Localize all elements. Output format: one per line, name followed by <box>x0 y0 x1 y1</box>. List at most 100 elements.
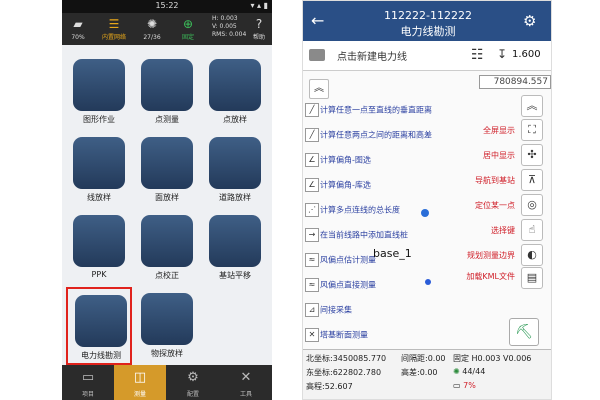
collect-icon: ⊿ <box>305 303 319 317</box>
nav-label: 测量 <box>133 391 146 398</box>
gear-icon: ⚙ <box>187 370 199 385</box>
menu-add-straight-pile[interactable]: → 在当前线路中添加直线桩 <box>305 228 408 244</box>
water-drop-flag-icon <box>141 293 193 345</box>
polyline-icon: ⋰ <box>305 203 319 217</box>
app-line-stakeout[interactable]: 线放样 <box>66 131 132 209</box>
menu-perpendicular-distance[interactable]: ╱ 计算任意一点至直线的垂直距离 <box>305 103 432 119</box>
select-button[interactable]: ☝ <box>521 219 543 241</box>
menu-tower-section-survey[interactable]: ✕ 塔基断面测量 <box>305 328 368 344</box>
left-phone-screen: 15:22 ▾ ▴ ▮ ▰ 70% ☰ 内置网络 ✺ 27/36 ⊕ 固定 ? … <box>62 0 272 400</box>
area-flag-icon <box>141 137 193 189</box>
menu-label: 间接采集 <box>320 305 352 315</box>
menu-indirect-collect[interactable]: ⊿ 间接采集 <box>305 303 352 319</box>
navigate-base-button[interactable]: ⊼ <box>521 169 543 191</box>
plan-boundary-button[interactable]: ◐ <box>521 244 543 266</box>
app-point-survey[interactable]: 点测量 <box>134 53 200 131</box>
wind-icon: ≈ <box>305 278 319 292</box>
nav-label: 工具 <box>239 391 252 398</box>
menu-two-point-distance[interactable]: ╱ 计算任意两点之间的距离和高差 <box>305 128 432 144</box>
label-select-key: 选择键 <box>491 226 515 235</box>
help-icon: ? <box>255 17 263 31</box>
satellite-status[interactable]: ✺ 27/36 <box>134 13 170 45</box>
menu-angle-by-map[interactable]: ∠ 计算偏角-图选 <box>305 153 371 169</box>
app-point-calibration[interactable]: 点校正 <box>134 209 200 287</box>
menu-label: 计算偏角-库选 <box>320 180 371 190</box>
battery-icon: ▭ <box>453 381 461 390</box>
tripod-icon <box>209 215 261 267</box>
menu-label: 计算偏角-图选 <box>320 155 371 165</box>
menu-total-length[interactable]: ⋰ 计算多点连线的总长度 <box>305 203 400 219</box>
help-label: 帮助 <box>252 34 265 41</box>
list-icon[interactable]: ☷ <box>471 47 484 63</box>
app-graphic-job[interactable]: 图形作业 <box>66 53 132 131</box>
app-label: 点测量 <box>155 115 179 124</box>
label-locate-point: 定位某一点 <box>475 201 515 210</box>
load-kml-button[interactable]: ▤ <box>521 267 543 289</box>
collapse-menu-button[interactable]: ︽ <box>309 79 329 99</box>
app-power-line-survey[interactable]: 电力线勘测 <box>66 287 132 365</box>
solution-status[interactable]: ⊕ 固定 <box>170 13 206 45</box>
battery-status: ▭ 7% <box>453 381 476 390</box>
app-grid: 图形作业 点测量 点放样 线放样 面放样 道路放样 PPK 点校正 基站平移 电… <box>62 45 272 365</box>
network-status[interactable]: ☰ 内置网络 <box>94 13 134 45</box>
label-load-kml: 加载KML文件 <box>466 272 515 281</box>
pole-icon[interactable]: ↧ <box>497 47 507 61</box>
label-navigate-base: 导航到基站 <box>475 176 515 185</box>
menu-wind-deflection-estimate[interactable]: ≈ 风偏点估计测量 <box>305 253 376 269</box>
folder-icon[interactable] <box>309 49 325 61</box>
battery-percent: 7% <box>463 381 476 390</box>
map-canvas[interactable]: 780894.557 ︽ ╱ 计算任意一点至直线的垂直距离 ╱ 计算任意两点之间的距… <box>303 71 551 349</box>
back-arrow-icon[interactable]: ← <box>311 11 324 30</box>
page-title: 电力线勘测 <box>400 25 456 38</box>
nav-project[interactable]: ▭ 项目 <box>62 365 114 400</box>
locate-point-button[interactable]: ◎ <box>521 194 543 216</box>
gear-icon[interactable]: ⚙ <box>523 12 536 30</box>
new-power-line-button[interactable]: 点击新建电力线 <box>337 48 407 63</box>
app-geophysical-stakeout[interactable]: 物探放样 <box>134 287 200 365</box>
line-icon: ╱ <box>305 128 319 142</box>
app-label: 点校正 <box>155 271 179 280</box>
app-road-stakeout[interactable]: 道路放样 <box>202 131 268 209</box>
coordinate-readout: 780894.557 <box>479 75 551 89</box>
line-icon: ╱ <box>305 103 319 117</box>
menu-label: 风偏点估计测量 <box>320 255 376 265</box>
location-pin-icon <box>141 59 193 111</box>
height-difference: 高差:0.00 <box>401 368 438 377</box>
rover-icon: ▰ <box>73 17 83 31</box>
wind-icon: ≈ <box>305 253 319 267</box>
center-button[interactable]: ✣ <box>521 144 543 166</box>
network-label: 内置网络 <box>101 34 126 41</box>
app-label: 面放样 <box>155 193 179 202</box>
collapse-side-button[interactable]: ︽ <box>521 95 543 117</box>
menu-angle-by-library[interactable]: ∠ 计算偏角-库选 <box>305 178 371 194</box>
right-phone-screen: ← 112222-112222 电力线勘测 ⚙ 点击新建电力线 ☷ ↧ 1.60… <box>302 0 552 400</box>
menu-label: 在当前线路中添加直线桩 <box>320 230 408 240</box>
nav-survey[interactable]: ◫ 测量 <box>114 365 166 400</box>
status-bar: 15:22 ▾ ▴ ▮ <box>62 0 272 13</box>
nav-tools[interactable]: ✕ 工具 <box>220 365 272 400</box>
nav-label: 项目 <box>81 391 94 398</box>
rms-precision: RMS: 0.004 <box>212 31 247 38</box>
satellite-count: 44/44 <box>462 367 486 376</box>
elevation: 高程:52.607 <box>306 382 353 391</box>
nav-config[interactable]: ⚙ 配置 <box>167 365 219 400</box>
east-coordinate: 东坐标:622802.780 <box>306 368 382 377</box>
collect-point-button[interactable]: ⛏ <box>509 318 539 346</box>
page-title-job: 112222-112222 <box>384 9 472 22</box>
app-point-stakeout[interactable]: 点放样 <box>202 53 268 131</box>
app-area-stakeout[interactable]: 面放样 <box>134 131 200 209</box>
tower-icon: ✕ <box>305 328 319 342</box>
app-ppk[interactable]: PPK <box>66 209 132 287</box>
app-base-shift[interactable]: 基站平移 <box>202 209 268 287</box>
solution-label: 固定 <box>181 34 194 41</box>
app-label: 物探放样 <box>151 349 183 358</box>
pole-height-value[interactable]: 1.600 <box>512 49 541 60</box>
base-station-label: base_1 <box>373 247 412 260</box>
fullscreen-button[interactable]: ⛶ <box>521 119 543 141</box>
battery-status[interactable]: ▰ 70% <box>62 13 94 45</box>
menu-wind-deflection-direct[interactable]: ≈ 风偏点直接测量 <box>305 278 376 294</box>
app-label: 图形作业 <box>83 115 115 124</box>
app-label: 线放样 <box>87 193 111 202</box>
help-button[interactable]: ? 帮助 <box>246 13 272 45</box>
base-station-marker[interactable] <box>425 279 431 285</box>
